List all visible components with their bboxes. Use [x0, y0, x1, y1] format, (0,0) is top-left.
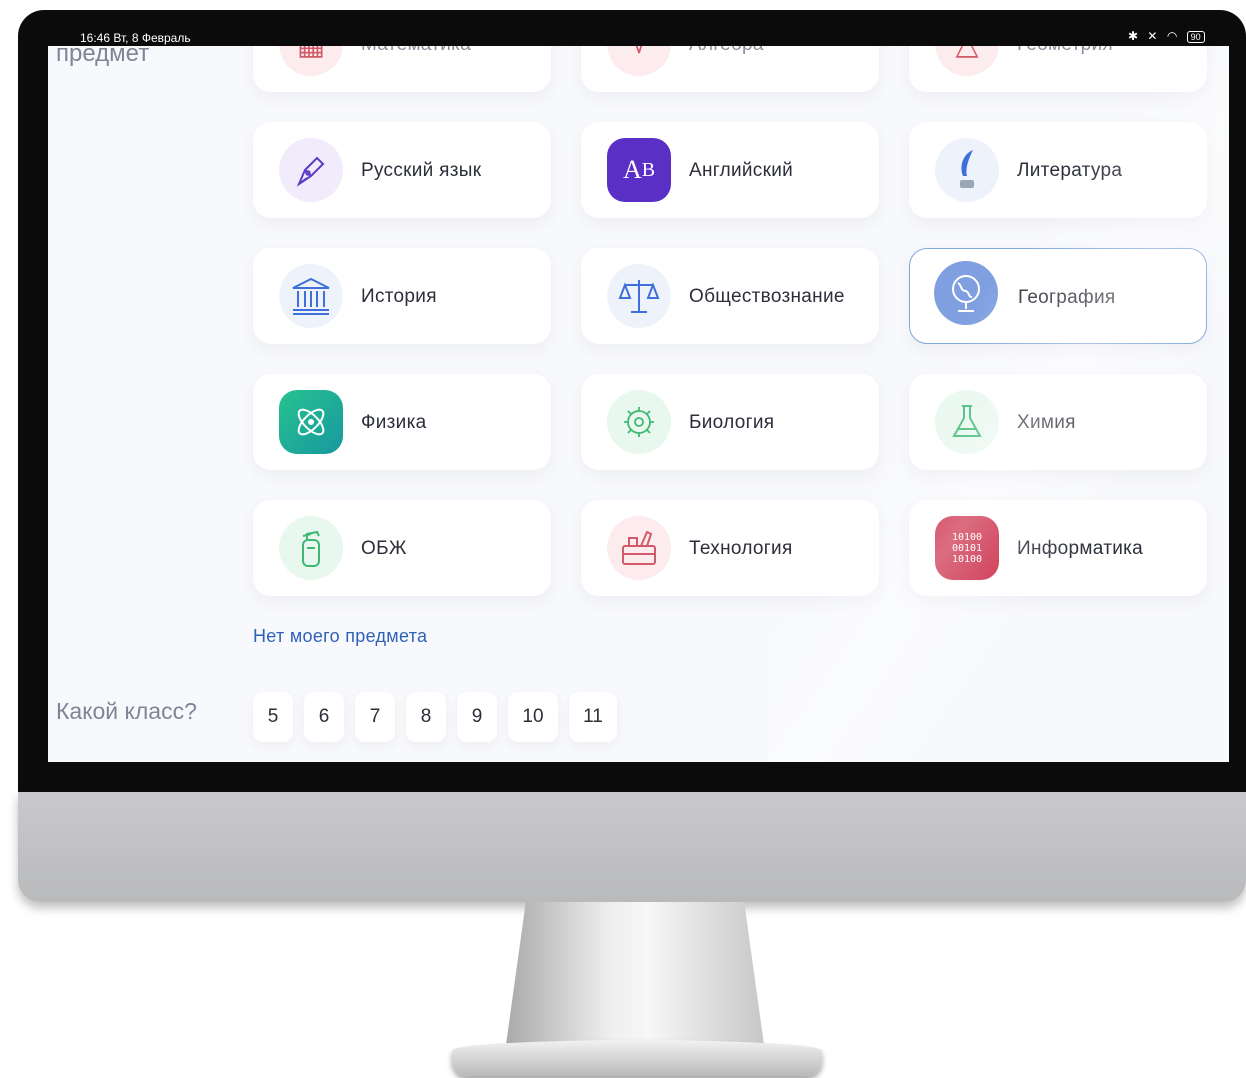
subject-label: География: [1018, 287, 1116, 308]
subject-label: Русский язык: [361, 160, 482, 181]
section-title: предмет: [56, 46, 150, 67]
globe-icon: [934, 261, 998, 325]
pen-nib-icon: [279, 138, 343, 202]
subject-label: Английский: [689, 160, 794, 181]
grade-button-6[interactable]: 6: [304, 692, 344, 742]
binary-code-icon: 10100 00101 10100: [935, 516, 999, 580]
mute-icon: ✕: [1147, 29, 1161, 43]
geometry-shapes-icon: △: [935, 46, 999, 76]
subject-label: Алгебра: [689, 46, 764, 56]
monitor-stand-neck: [505, 902, 765, 1052]
monitor-stand-base: [452, 1040, 822, 1076]
no-subject-link[interactable]: Нет моего предмета: [253, 626, 427, 647]
subject-label: История: [361, 286, 437, 307]
grade-button-5[interactable]: 5: [253, 692, 293, 742]
flask-icon: [935, 390, 999, 454]
subject-label: ОБЖ: [361, 538, 407, 559]
binary-line: 10100: [951, 553, 983, 565]
subject-card-physics[interactable]: Физика: [253, 374, 551, 470]
status-bar: 16:46 Вт, 8 Февраль ✱ ✕ ◠ 90: [18, 10, 1208, 46]
grade-title: Какой класс?: [56, 698, 197, 724]
museum-building-icon: [279, 264, 343, 328]
wifi-icon: ◠: [1166, 29, 1181, 43]
subject-card-technology[interactable]: Технология: [581, 500, 879, 596]
ab-letters-icon: AB: [607, 138, 671, 202]
subject-card-biology[interactable]: Биология: [581, 374, 879, 470]
square-root-icon: √: [607, 46, 671, 76]
subject-card-chemistry[interactable]: Химия: [909, 374, 1207, 470]
subject-label: Химия: [1017, 412, 1076, 433]
subject-label: Информатика: [1017, 538, 1144, 559]
subject-label: Обществознание: [689, 286, 845, 307]
app-screen: предмет ▦ Математика √ Алгебра △ Геометр…: [48, 46, 1229, 762]
grade-button-7[interactable]: 7: [355, 692, 395, 742]
scales-icon: [607, 264, 671, 328]
battery-icon: 90: [1186, 31, 1205, 43]
monitor-chin: [18, 792, 1246, 902]
atom-icon: [279, 390, 343, 454]
fire-extinguisher-icon: [279, 516, 343, 580]
subject-card-english[interactable]: AB Английский: [581, 122, 879, 218]
subject-card-social-studies[interactable]: Обществознание: [581, 248, 879, 344]
subject-label: Биология: [689, 412, 775, 433]
subject-label: Геометрия: [1017, 46, 1113, 56]
binary-line: 00101: [951, 542, 983, 554]
grade-button-9[interactable]: 9: [457, 692, 497, 742]
quill-icon: [935, 138, 999, 202]
subject-label: Технология: [689, 538, 793, 559]
subject-card-algebra[interactable]: √ Алгебра: [581, 46, 879, 92]
toolbox-icon: [607, 516, 671, 580]
math-grid-icon: ▦: [279, 46, 343, 76]
subject-card-russian[interactable]: Русский язык: [253, 122, 551, 218]
grade-button-10[interactable]: 10: [508, 692, 558, 742]
grade-button-11[interactable]: 11: [569, 692, 617, 742]
subject-card-literature[interactable]: Литература: [909, 122, 1207, 218]
status-time: 16:46 Вт, 8 Февраль: [80, 31, 191, 45]
status-icons: ✱ ✕ ◠ 90: [1128, 29, 1205, 43]
subject-label: Литература: [1017, 160, 1123, 181]
subject-card-obzh[interactable]: ОБЖ: [253, 500, 551, 596]
cell-icon: [607, 390, 671, 454]
subject-card-math[interactable]: ▦ Математика: [253, 46, 551, 92]
subject-card-geometry[interactable]: △ Геометрия: [909, 46, 1207, 92]
subject-label: Физика: [361, 412, 427, 433]
subject-label: Математика: [361, 46, 471, 56]
bluetooth-icon: ✱: [1128, 29, 1142, 43]
binary-line: 10100: [951, 531, 983, 543]
subject-card-geography[interactable]: География: [909, 248, 1207, 344]
subject-card-informatics[interactable]: 10100 00101 10100 Информатика: [909, 500, 1207, 596]
subject-card-history[interactable]: История: [253, 248, 551, 344]
grade-button-8[interactable]: 8: [406, 692, 446, 742]
